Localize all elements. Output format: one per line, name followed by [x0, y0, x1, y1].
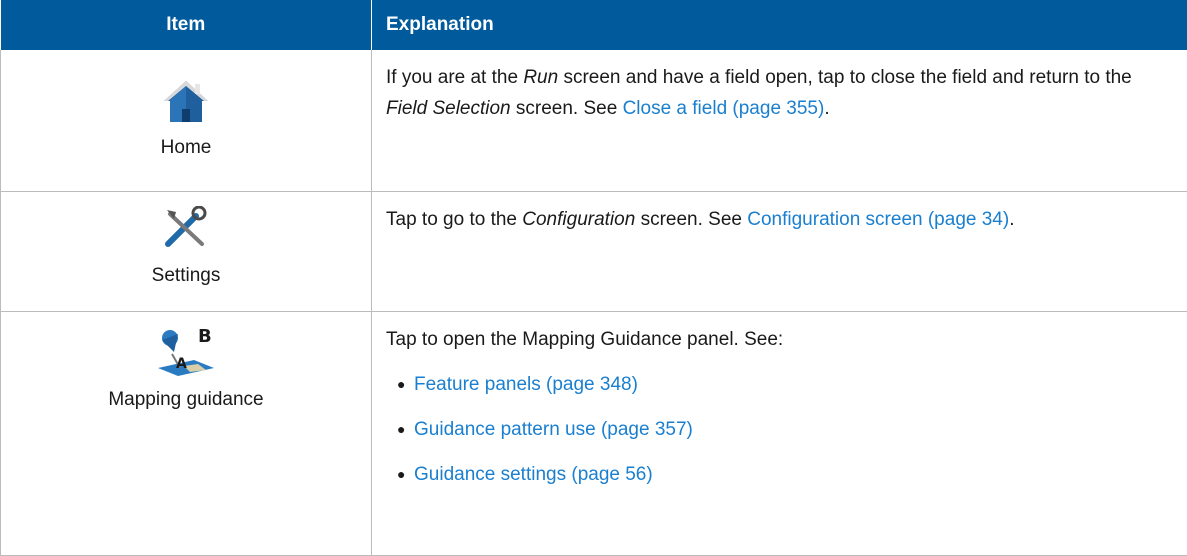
settings-icon [162, 206, 210, 250]
bullet-icon: ● [397, 414, 405, 445]
item-cell-settings: Settings [1, 191, 372, 311]
expl-text: screen. See [511, 98, 623, 119]
explanation-cell-mapping-guidance: Tap to open the Mapping Guidance panel. … [372, 311, 1187, 555]
item-cell-home: Home [1, 50, 372, 191]
link-guidance-pattern-use[interactable]: Guidance pattern use (page 357) [414, 419, 693, 440]
table-row-mapping-guidance: A B Mapping guidance Tap to open the Map… [1, 311, 1187, 555]
table-row-home: Home If you are at the Run screen and ha… [1, 50, 1187, 191]
link-guidance-settings[interactable]: Guidance settings (page 56) [414, 464, 653, 485]
expl-text: screen. See [635, 209, 747, 230]
svg-text:A: A [176, 356, 187, 372]
explanation-cell-settings: Tap to go to the Configuration screen. S… [372, 191, 1187, 311]
expl-text: Tap to open the Mapping Guidance panel. … [386, 329, 783, 350]
list-item: ● Feature panels (page 348) [386, 369, 1173, 400]
expl-emphasis-configuration: Configuration [522, 209, 635, 230]
bullet-icon: ● [397, 369, 405, 400]
expl-text: If you are at the [386, 67, 523, 88]
item-label-settings: Settings [1, 260, 371, 291]
header-item: Item [1, 0, 372, 50]
expl-text: . [824, 98, 829, 119]
expl-emphasis-run: Run [523, 67, 558, 88]
expl-text: . [1009, 209, 1014, 230]
bullet-icon: ● [397, 459, 405, 490]
item-cell-mapping-guidance: A B Mapping guidance [1, 311, 372, 555]
header-explanation: Explanation [372, 0, 1187, 50]
explanation-cell-home: If you are at the Run screen and have a … [372, 50, 1187, 191]
link-configuration-screen[interactable]: Configuration screen (page 34) [747, 209, 1009, 230]
item-label-home: Home [1, 132, 371, 163]
reference-table: Item Explanation Home If you are at the … [0, 0, 1187, 556]
expl-text: screen and have a field open, tap to clo… [558, 67, 1132, 88]
list-item: ● Guidance pattern use (page 357) [386, 414, 1173, 445]
mapping-guidance-icon: A B [154, 324, 218, 378]
table-row-settings: Settings Tap to go to the Configuration … [1, 191, 1187, 311]
home-icon [162, 78, 210, 126]
link-list: ● Feature panels (page 348) ● Guidance pat… [386, 369, 1173, 490]
item-label-mapping-guidance: Mapping guidance [1, 384, 371, 415]
table-header-row: Item Explanation [1, 0, 1187, 50]
link-close-a-field[interactable]: Close a field (page 355) [623, 98, 825, 119]
expl-emphasis-field-selection: Field Selection [386, 98, 511, 119]
list-item: ● Guidance settings (page 56) [386, 459, 1173, 490]
svg-text:B: B [198, 326, 212, 347]
expl-text: Tap to go to the [386, 209, 522, 230]
link-feature-panels[interactable]: Feature panels (page 348) [414, 374, 638, 395]
